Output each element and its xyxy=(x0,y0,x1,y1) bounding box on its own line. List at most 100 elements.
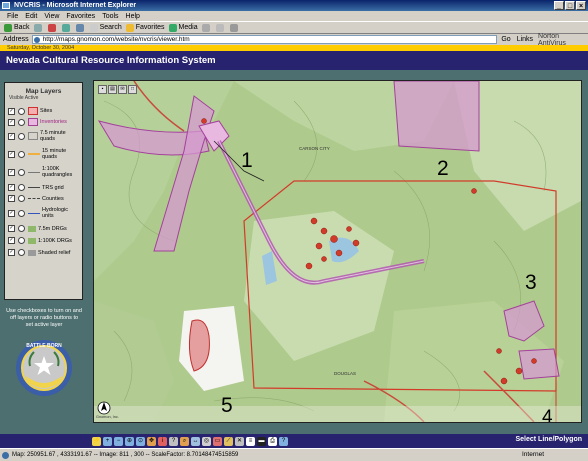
legend-icon[interactable]: ≡ xyxy=(246,436,255,446)
active-radio[interactable] xyxy=(18,195,25,202)
address-input[interactable]: http://maps.gnomon.com/website/nvcris/vi… xyxy=(31,35,498,44)
internet-zone: Internet xyxy=(522,451,545,458)
links-button[interactable]: Links xyxy=(517,36,533,43)
quad-swatch xyxy=(28,132,38,140)
back-arrow-icon xyxy=(4,23,12,32)
visible-checkbox[interactable]: ✓ xyxy=(8,249,15,256)
layer-row-inventories: ✓ Inventories xyxy=(8,118,67,126)
visible-checkbox[interactable]: ✓ xyxy=(8,184,15,191)
active-radio[interactable] xyxy=(18,168,25,176)
clear-selection-icon[interactable]: ✕ xyxy=(235,436,244,446)
visible-checkbox[interactable]: ✓ xyxy=(8,150,15,158)
layer-label: TRS grid xyxy=(42,184,64,191)
page-status-icon xyxy=(2,452,9,459)
layer-label: Inventories xyxy=(40,119,67,125)
query-icon[interactable]: ? xyxy=(169,436,178,446)
svg-text:BATTLE BORN: BATTLE BORN xyxy=(26,343,62,349)
visible-checkbox[interactable]: ✓ xyxy=(8,132,15,140)
visible-checkbox[interactable]: ✓ xyxy=(8,168,15,176)
callout-2: 2 xyxy=(437,157,449,180)
print-icon[interactable]: ▤ xyxy=(108,85,117,94)
close-button[interactable]: × xyxy=(576,1,586,10)
app-title: Nevada Cultural Resource Information Sys… xyxy=(6,55,216,66)
zoom-extent-icon[interactable]: ⊕ xyxy=(125,436,134,446)
layer-row-15-quads: ✓ 15 minute quads xyxy=(8,148,74,160)
active-radio[interactable] xyxy=(18,150,25,158)
overview-icon[interactable]: ▬ xyxy=(257,436,266,446)
active-radio[interactable] xyxy=(18,107,25,115)
visible-checkbox[interactable]: ✓ xyxy=(8,209,15,217)
gnomon-credit: Gnomon, Inc. xyxy=(96,415,119,419)
map-tool-strip: ▪ ▤ ✉ □ xyxy=(98,85,137,94)
buffer-icon[interactable]: ◎ xyxy=(202,436,211,446)
callout-5: 5 xyxy=(221,394,233,417)
visible-checkbox[interactable]: ✓ xyxy=(8,237,15,244)
find-icon[interactable]: ⌕ xyxy=(180,436,189,446)
map-canvas[interactable]: ▪ ▤ ✉ □ 1 2 3 4 5 CARSON CITY DOUGLAS Gn… xyxy=(93,80,582,423)
window-icon[interactable]: □ xyxy=(128,85,137,94)
menu-view[interactable]: View xyxy=(44,13,59,20)
active-radio[interactable] xyxy=(18,132,25,140)
menu-edit[interactable]: Edit xyxy=(25,13,37,20)
home-button[interactable] xyxy=(75,23,86,32)
select-line-icon[interactable]: ⟋ xyxy=(224,436,233,446)
drg-icon xyxy=(28,225,36,232)
active-radio[interactable] xyxy=(18,237,25,244)
history-button[interactable] xyxy=(201,23,212,32)
mail-button[interactable] xyxy=(215,23,226,32)
select-rect-icon[interactable]: ▭ xyxy=(213,436,222,446)
map-frame: ▪ ▤ ✉ □ 1 2 3 4 5 CARSON CITY DOUGLAS Gn… xyxy=(88,70,588,434)
measure-icon[interactable]: ↔ xyxy=(191,436,200,446)
search-button[interactable]: Search xyxy=(89,23,122,32)
layer-label: 7.5m DRGs xyxy=(38,225,67,232)
zoom-in-icon[interactable]: + xyxy=(103,436,112,446)
menu-favorites[interactable]: Favorites xyxy=(66,13,95,20)
forward-button[interactable] xyxy=(33,23,44,32)
layer-label: 1:100K quadrangles xyxy=(42,166,73,178)
north-arrow-icon xyxy=(97,401,111,415)
quad100k-swatch xyxy=(28,171,40,173)
refresh-button[interactable] xyxy=(61,23,72,32)
envelope-icon[interactable]: ✉ xyxy=(118,85,127,94)
menu-tools[interactable]: Tools xyxy=(102,13,118,20)
menu-help[interactable]: Help xyxy=(126,13,140,20)
visible-checkbox[interactable]: ✓ xyxy=(8,225,15,232)
print-map-icon[interactable]: ⎙ xyxy=(268,436,277,446)
print-button[interactable] xyxy=(229,23,240,32)
identify-icon[interactable]: i xyxy=(158,436,167,446)
layer-row-7-5m-drgs: ✓ 7.5m DRGs xyxy=(8,225,67,232)
nevada-state-seal: BATTLE BORN xyxy=(16,340,72,396)
media-label: Media xyxy=(178,24,198,31)
map-toolbar: ⚡ + − ⊕ ⊙ ✥ i ? ⌕ ↔ ◎ ▭ ⟋ ✕ ≡ ▬ ⎙ ? Sele… xyxy=(0,434,588,448)
quad15-swatch xyxy=(28,153,40,155)
visible-checkbox[interactable]: ✓ xyxy=(8,118,15,126)
save-icon[interactable]: ▪ xyxy=(98,85,107,94)
pan-icon[interactable]: ✥ xyxy=(147,436,156,446)
maximize-button[interactable]: □ xyxy=(565,1,575,10)
active-radio[interactable] xyxy=(18,249,25,256)
zoom-out-icon[interactable]: − xyxy=(114,436,123,446)
layer-row-100k-drgs: ✓ 1:100K DRGs xyxy=(8,237,72,244)
trs-swatch xyxy=(28,187,40,188)
window-title-bar[interactable]: NVCRIS - Microsoft Internet Explorer _ □… xyxy=(0,0,588,11)
go-button[interactable]: Go xyxy=(501,36,510,43)
refresh-icon xyxy=(61,23,70,32)
zoom-active-icon[interactable]: ⊙ xyxy=(136,436,145,446)
active-radio[interactable] xyxy=(18,184,25,191)
stop-button[interactable] xyxy=(47,23,58,32)
help-icon[interactable]: ? xyxy=(279,436,288,446)
back-label: Back xyxy=(14,24,30,31)
layer-label: Shaded relief xyxy=(38,249,71,256)
media-button[interactable]: Media xyxy=(168,23,198,32)
active-radio[interactable] xyxy=(18,225,25,232)
lightning-icon[interactable]: ⚡ xyxy=(92,436,101,446)
active-radio[interactable] xyxy=(18,118,25,126)
active-radio[interactable] xyxy=(18,209,25,217)
minimize-button[interactable]: _ xyxy=(554,1,564,10)
visible-checkbox[interactable]: ✓ xyxy=(8,195,15,202)
visible-checkbox[interactable]: ✓ xyxy=(8,107,15,115)
back-button[interactable]: Back xyxy=(4,23,30,32)
layer-row-7-5-quads: ✓ 7.5 minute quads xyxy=(8,130,72,142)
favorites-button[interactable]: Favorites xyxy=(125,23,165,32)
menu-file[interactable]: File xyxy=(7,13,18,20)
